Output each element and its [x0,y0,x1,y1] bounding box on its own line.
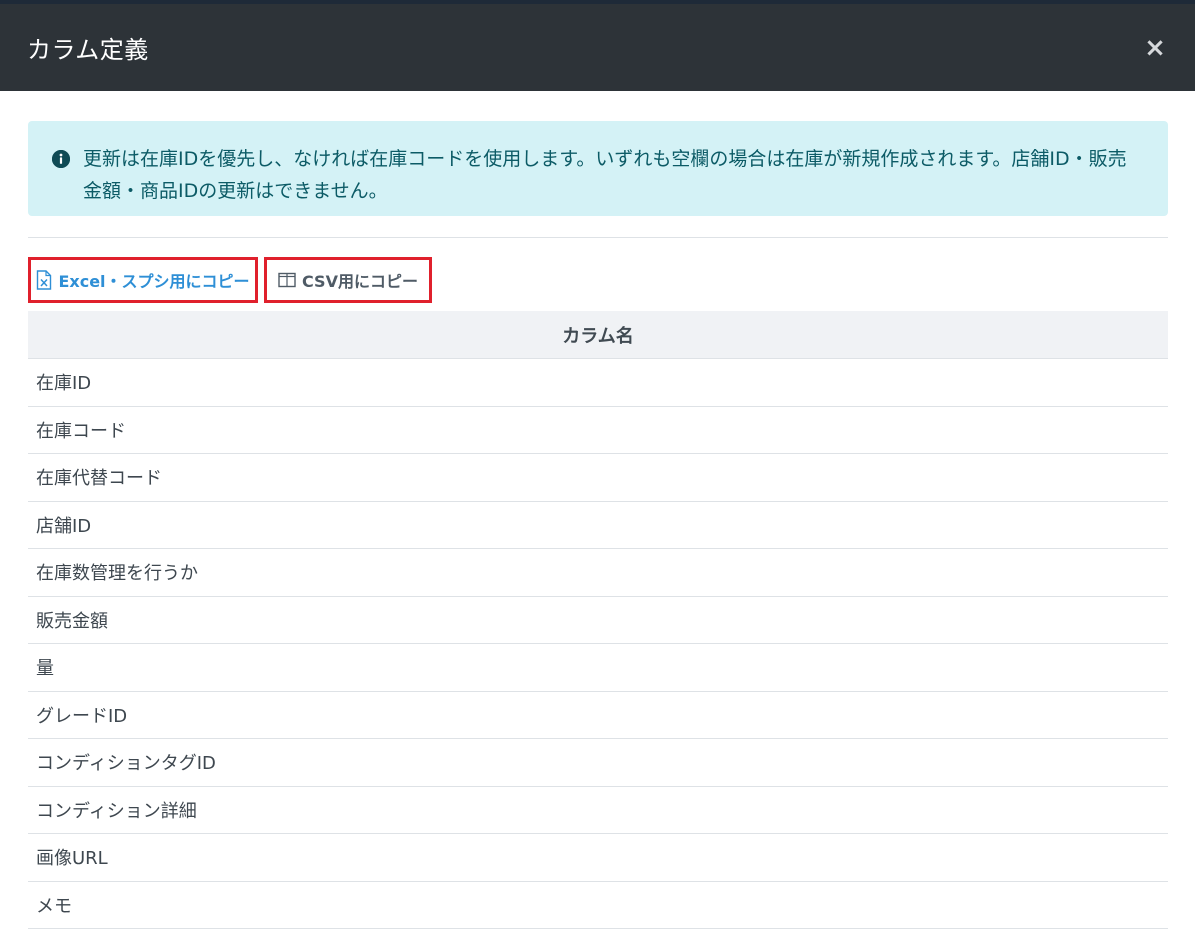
table-row: 在庫ID [28,359,1168,407]
table-row: 店舗ID [28,502,1168,549]
table-row: グレードID [28,692,1168,739]
table-row: 画像URL [28,834,1168,882]
divider [28,237,1168,238]
table-row: 量 [28,644,1168,692]
table-row: 在庫コード [28,407,1168,454]
column-definition-table: カラム名 在庫ID 在庫コード 在庫代替コード 店舗ID 在庫数管理を行うか 販… [28,311,1168,929]
modal-body: 更新は在庫IDを優先し、なければ在庫コードを使用します。いずれも空欄の場合は在庫… [28,91,1168,929]
table-row: コンディションタグID [28,739,1168,787]
copy-toolbar: Excel・スプシ用にコピー CSV用にコピー [28,257,1168,303]
copy-csv-button[interactable]: CSV用にコピー [264,257,432,303]
table-row: 在庫数管理を行うか [28,549,1168,597]
columns-icon [278,272,296,288]
copy-excel-label: Excel・スプシ用にコピー [58,272,250,291]
excel-file-icon [36,270,52,290]
close-button[interactable]: × [1143,35,1167,61]
table-header: カラム名 [28,311,1168,359]
modal-title: カラム定義 [27,36,149,64]
info-alert-text: 更新は在庫IDを優先し、なければ在庫コードを使用します。いずれも空欄の場合は在庫… [83,148,1127,202]
copy-csv-label: CSV用にコピー [302,272,418,291]
copy-excel-button[interactable]: Excel・スプシ用にコピー [28,257,258,303]
modal-header: カラム定義 × [0,4,1195,91]
table-row: コンディション詳細 [28,787,1168,834]
table-row: 在庫代替コード [28,454,1168,502]
info-circle-icon [52,150,70,168]
table-row: メモ [28,882,1168,929]
info-alert: 更新は在庫IDを優先し、なければ在庫コードを使用します。いずれも空欄の場合は在庫… [28,121,1168,216]
table-row: 販売金額 [28,597,1168,644]
